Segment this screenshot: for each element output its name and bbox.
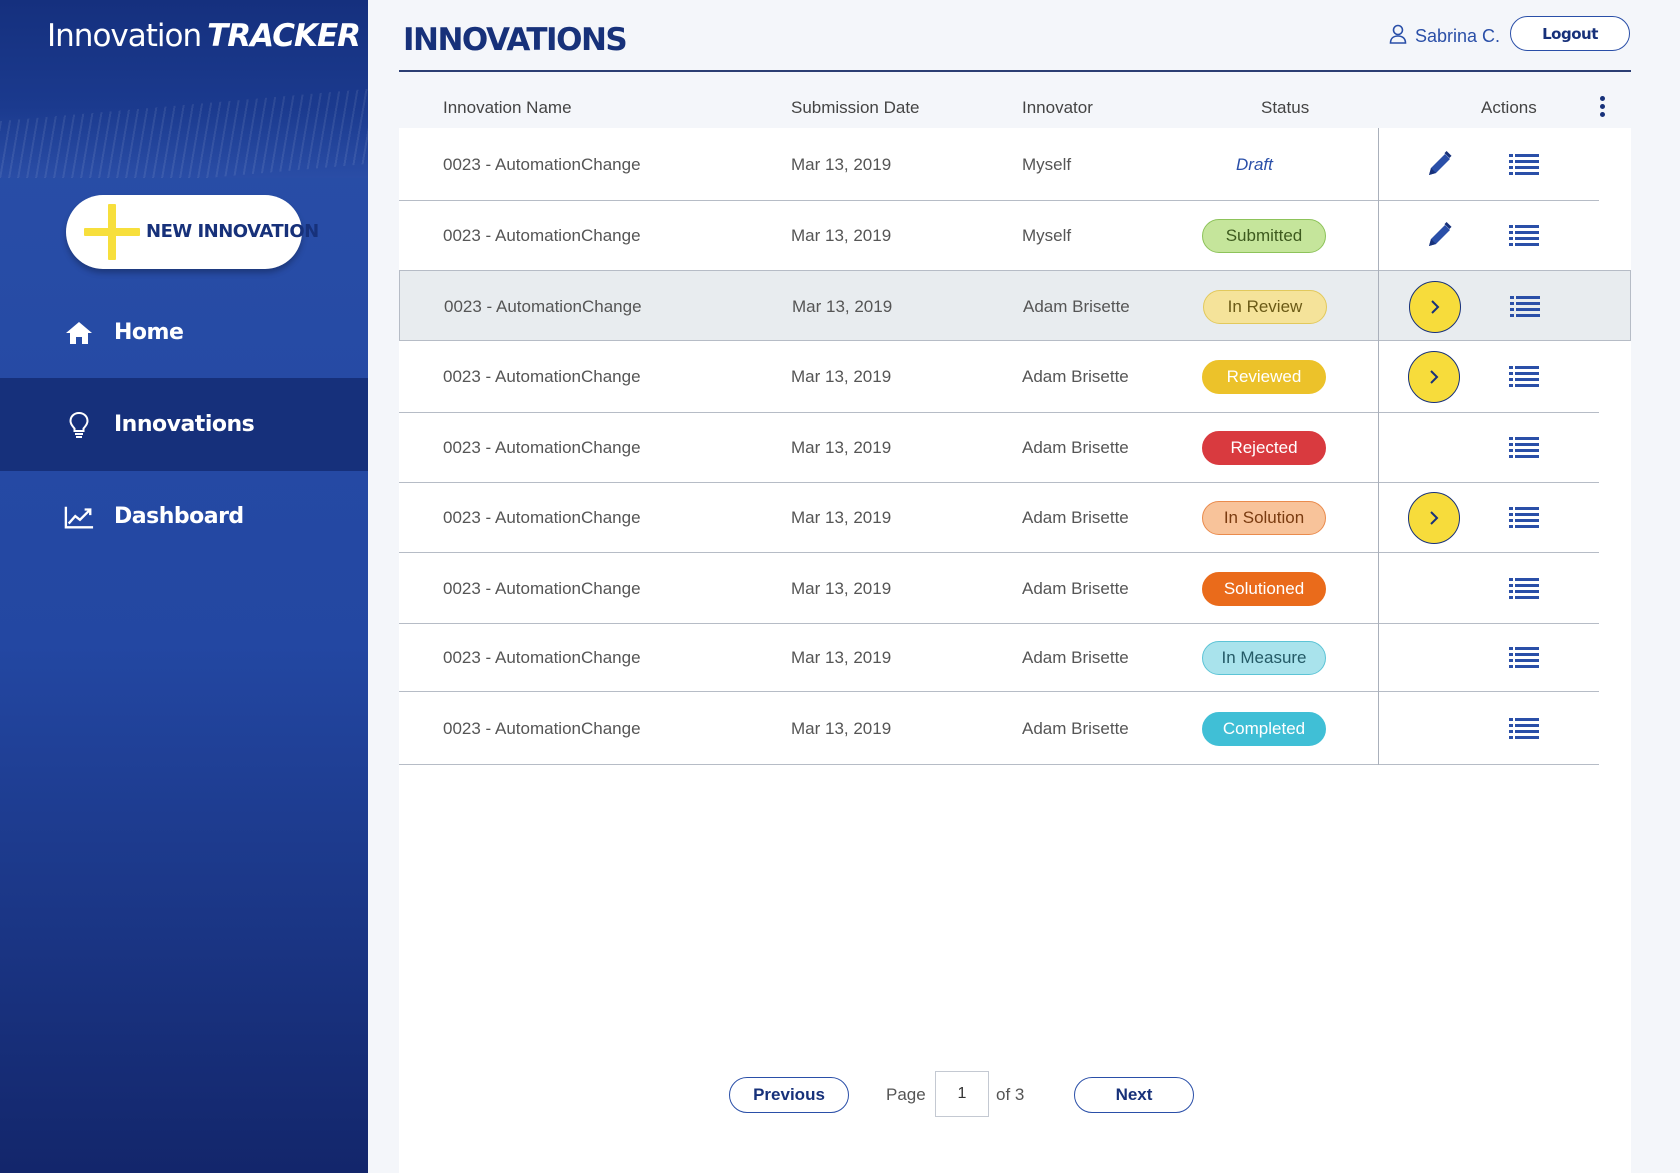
nav-item-home[interactable]: Home — [0, 286, 368, 379]
brand-header: InnovationTRACKER>> — [0, 0, 368, 178]
submission-date: Mar 13, 2019 — [792, 296, 893, 316]
column-header-actions: Actions — [1481, 98, 1537, 117]
table-row[interactable]: 0023 - AutomationChange Mar 13, 2019 Adam … — [399, 553, 1599, 624]
submission-date: Mar 13, 2019 — [791, 367, 892, 386]
advance-chevron-icon[interactable] — [1408, 351, 1460, 403]
details-list-icon[interactable] — [1509, 577, 1539, 601]
details-list-icon[interactable] — [1509, 224, 1539, 248]
innovator-name: Adam Brisette — [1022, 578, 1129, 598]
innovator-name: Adam Brisette — [1022, 438, 1129, 457]
advance-chevron-icon[interactable] — [1409, 280, 1461, 333]
page-number-input[interactable] — [935, 1071, 989, 1117]
innovator-name: Myself — [1022, 154, 1072, 174]
details-list-icon[interactable] — [1509, 717, 1539, 741]
innovator-name: Adam Brisette — [1022, 508, 1129, 527]
details-list-icon[interactable] — [1510, 295, 1540, 319]
submission-date: Mar 13, 2019 — [791, 225, 892, 245]
innovation-name[interactable]: 0023 - AutomationChange — [443, 579, 641, 599]
plus-icon — [84, 204, 140, 260]
status-badge: In Measure — [1202, 641, 1326, 675]
page-label: Page — [886, 1085, 926, 1104]
next-button[interactable]: Next — [1074, 1077, 1194, 1113]
table-row[interactable]: 0023 - AutomationChange Mar 13, 2019 Adam … — [399, 270, 1631, 341]
innovator-name: Adam Brisette — [1022, 718, 1129, 738]
status-draft: Draft — [1236, 154, 1273, 174]
nav-item-dashboard[interactable]: Dashboard — [0, 470, 368, 563]
column-header-date[interactable]: Submission Date — [791, 98, 920, 118]
innovation-name[interactable]: 0023 - AutomationChange — [443, 508, 641, 528]
edit-pencil-icon[interactable] — [1425, 149, 1455, 179]
new-innovation-button[interactable]: NEW INNOVATION — [66, 195, 319, 269]
status-badge: Submitted — [1202, 218, 1326, 253]
status-badge: Rejected — [1202, 431, 1326, 465]
innovation-name[interactable]: 0023 - AutomationChange — [443, 719, 641, 739]
innovator-name: Adam Brisette — [1022, 648, 1129, 667]
column-header-status[interactable]: Status — [1261, 98, 1309, 118]
innovation-name[interactable]: 0023 - AutomationChange — [443, 648, 641, 668]
submission-date: Mar 13, 2019 — [791, 154, 892, 174]
sidebar: InnovationTRACKER>> NEW INNOVATION Home … — [0, 0, 368, 1173]
table-row[interactable]: 0023 - AutomationChange Mar 13, 2019 Adam … — [399, 341, 1599, 413]
details-list-icon[interactable] — [1509, 506, 1539, 530]
edit-pencil-icon[interactable] — [1425, 220, 1455, 250]
innovation-name[interactable]: 0023 - AutomationChange — [443, 226, 641, 246]
main-content: INNOVATIONS Sabrina C. Logout Innovation… — [368, 0, 1680, 1173]
table-row[interactable]: 0023 - AutomationChange Mar 13, 2019 Mysel… — [399, 128, 1599, 201]
column-header-innovator[interactable]: Innovator — [1022, 98, 1093, 118]
previous-button[interactable]: Previous — [729, 1077, 849, 1113]
logout-button[interactable]: Logout — [1510, 16, 1630, 51]
innovator-name: Adam Brisette — [1022, 367, 1129, 386]
submission-date: Mar 13, 2019 — [791, 508, 892, 527]
actions-divider — [1378, 128, 1379, 765]
details-list-icon[interactable] — [1509, 153, 1539, 177]
new-innovation-label: NEW INNOVATION — [146, 221, 319, 242]
innovation-name[interactable]: 0023 - AutomationChange — [443, 438, 641, 458]
table-row[interactable]: 0023 - AutomationChange Mar 13, 2019 Adam … — [399, 483, 1599, 553]
submission-date: Mar 13, 2019 — [791, 438, 892, 457]
details-list-icon[interactable] — [1509, 646, 1539, 670]
status-badge: Solutioned — [1202, 571, 1326, 606]
user-icon — [1389, 24, 1407, 49]
lightbulb-icon — [64, 410, 94, 440]
innovation-name[interactable]: 0023 - AutomationChange — [444, 297, 642, 317]
status-badge: In Review — [1203, 289, 1327, 324]
table-row[interactable]: 0023 - AutomationChange Mar 13, 2019 Mysel… — [399, 200, 1599, 271]
table-row[interactable]: 0023 - AutomationChange Mar 13, 2019 Adam … — [399, 624, 1599, 692]
chart-icon — [64, 502, 94, 532]
table-row[interactable]: 0023 - AutomationChange Mar 13, 2019 Adam … — [399, 413, 1599, 483]
status-badge: In Solution — [1202, 501, 1326, 535]
title-divider — [399, 70, 1631, 72]
nav-item-innovations[interactable]: Innovations — [0, 378, 368, 471]
status-badge: Reviewed — [1202, 360, 1326, 394]
status-badge: Completed — [1202, 711, 1326, 746]
details-list-icon[interactable] — [1509, 365, 1539, 389]
submission-date: Mar 13, 2019 — [791, 648, 892, 667]
table-row[interactable]: 0023 - AutomationChange Mar 13, 2019 Adam … — [399, 692, 1599, 765]
submission-date: Mar 13, 2019 — [791, 578, 892, 598]
innovator-name: Adam Brisette — [1023, 296, 1130, 316]
innovator-name: Myself — [1022, 225, 1072, 245]
innovation-name[interactable]: 0023 - AutomationChange — [443, 367, 641, 387]
brand-main: Innovation — [47, 18, 202, 54]
user-menu[interactable]: Sabrina C. — [1389, 24, 1500, 49]
innovation-name[interactable]: 0023 - AutomationChange — [443, 155, 641, 175]
nav-label-home: Home — [114, 320, 184, 345]
column-header-name[interactable]: Innovation Name — [443, 98, 572, 118]
user-name: Sabrina C. — [1415, 26, 1501, 46]
more-options-icon[interactable] — [1599, 96, 1607, 120]
details-list-icon[interactable] — [1509, 436, 1539, 460]
page-title: INNOVATIONS — [403, 22, 628, 58]
nav-label-dashboard: Dashboard — [114, 504, 244, 529]
brand-em: TRACKER — [207, 18, 361, 54]
nav-label-innovations: Innovations — [114, 412, 255, 437]
submission-date: Mar 13, 2019 — [791, 718, 892, 738]
advance-chevron-icon[interactable] — [1408, 492, 1460, 544]
app-logo[interactable]: InnovationTRACKER>> — [47, 18, 368, 54]
home-icon — [64, 318, 94, 348]
page-total: of 3 — [996, 1085, 1025, 1104]
